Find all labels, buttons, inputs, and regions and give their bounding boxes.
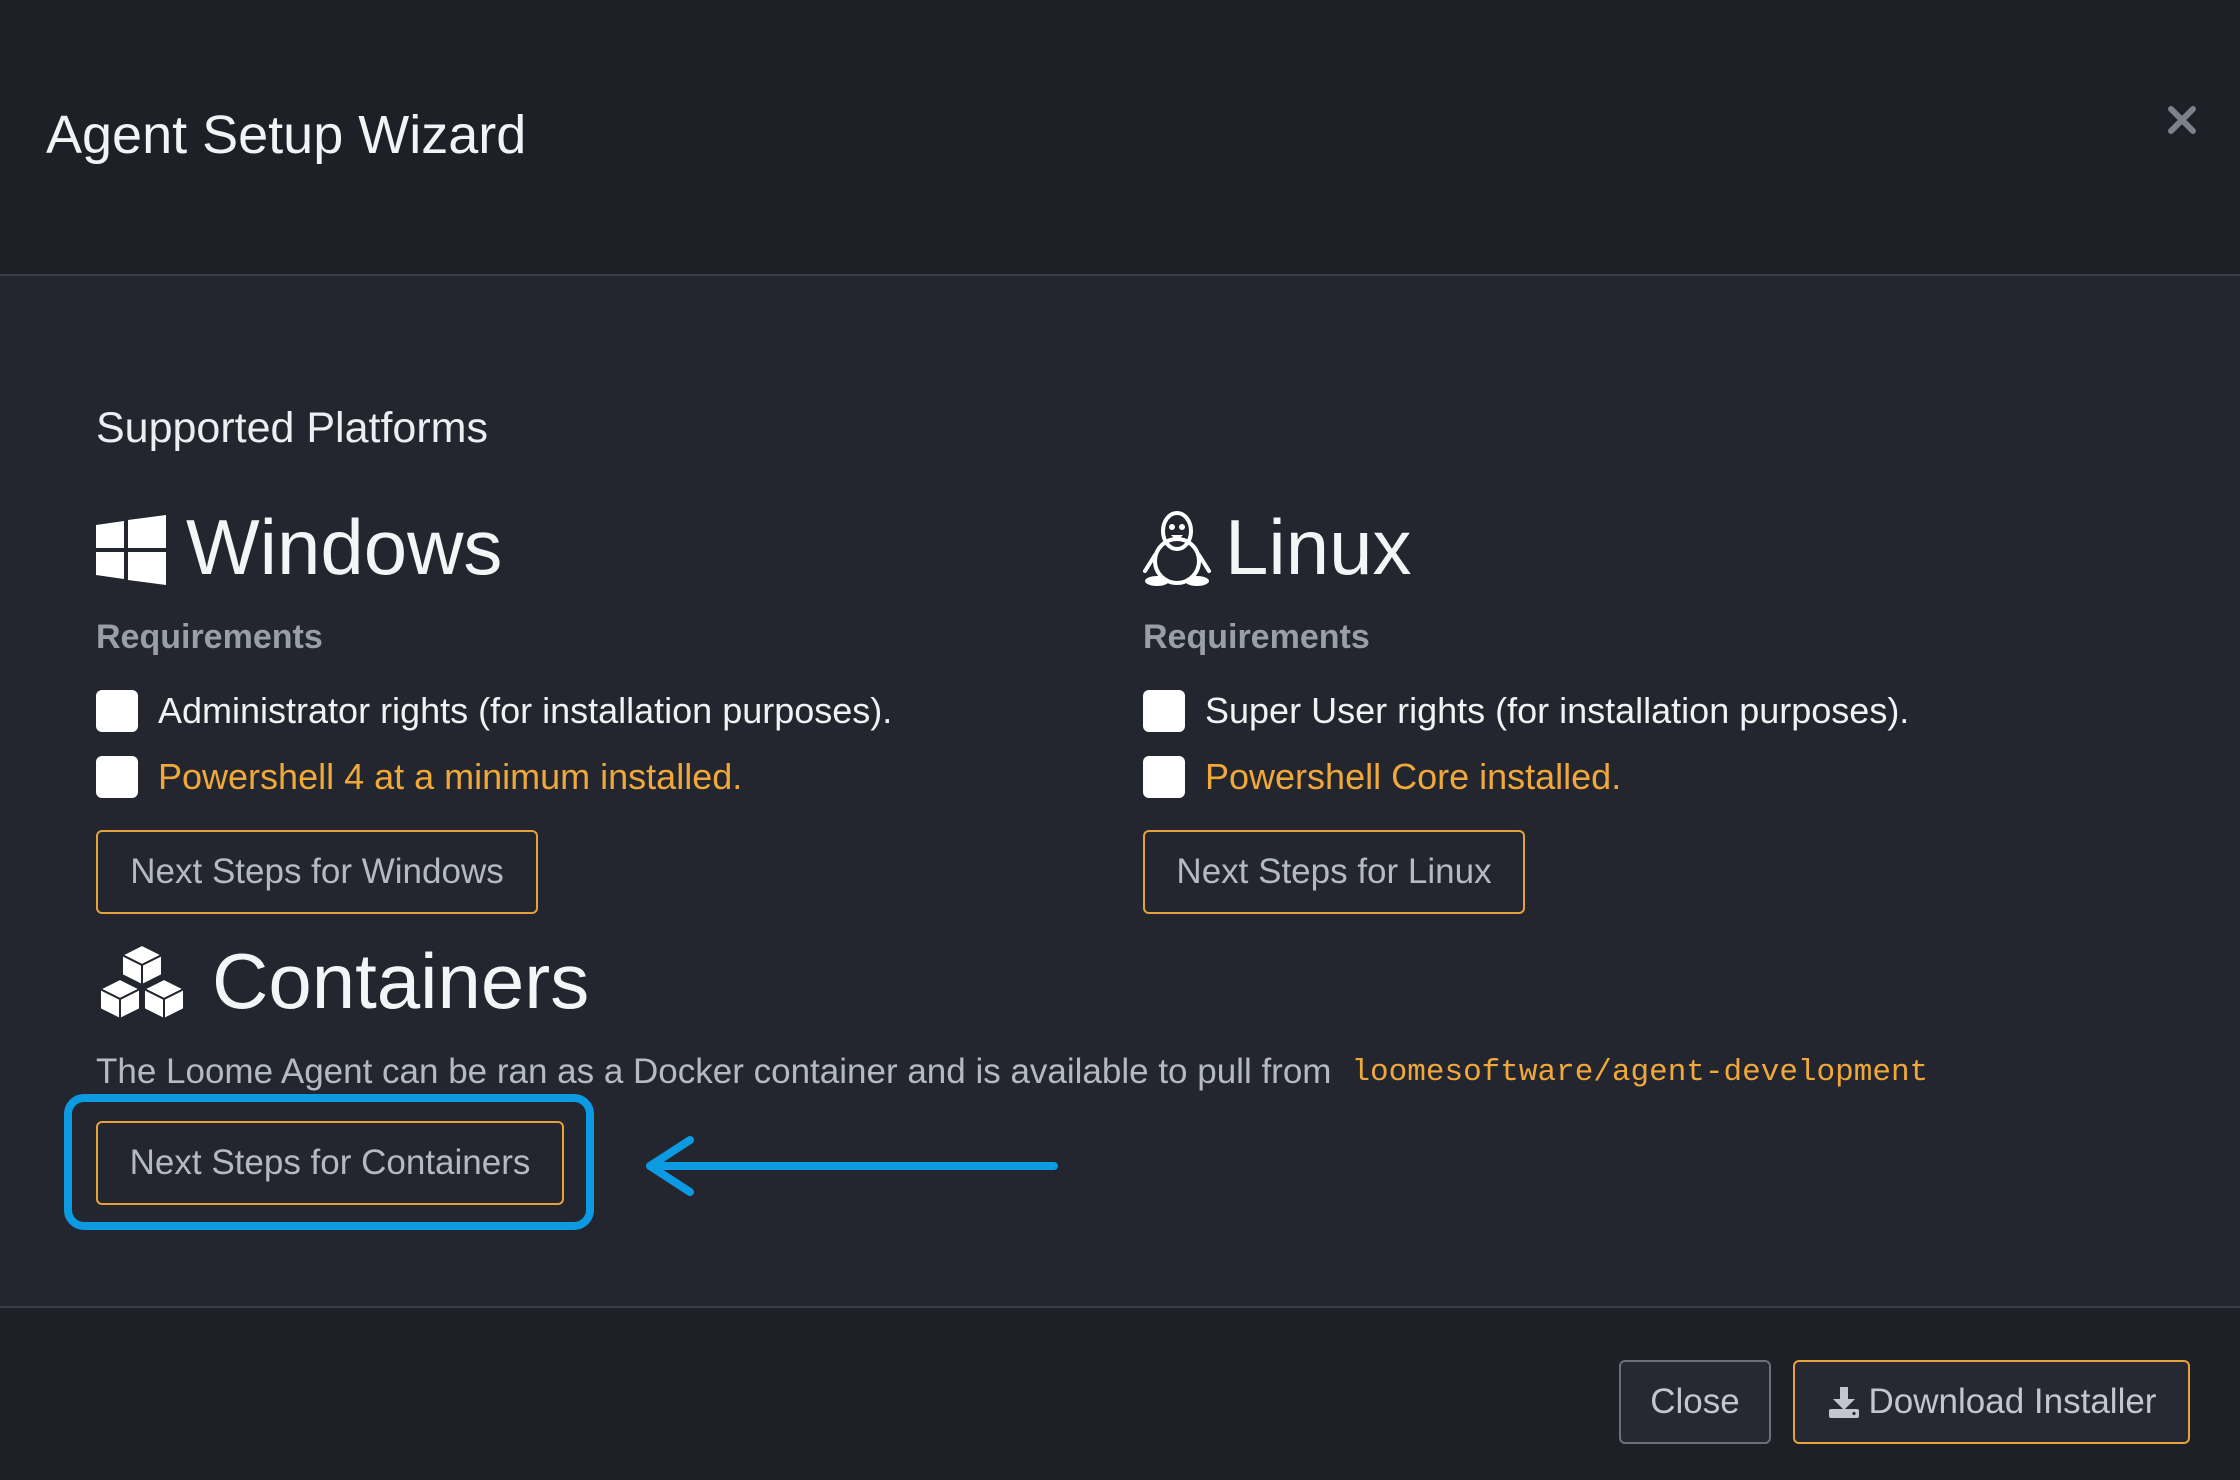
- section-title: Supported Platforms: [96, 404, 488, 452]
- windows-requirement-1-checkbox[interactable]: [96, 690, 138, 732]
- linux-requirement-1: Super User rights (for installation purp…: [1143, 690, 1909, 732]
- linux-requirement-2-label: Powershell Core installed.: [1205, 756, 1622, 797]
- linux-heading: Linux: [1143, 502, 1411, 593]
- modal-header: Agent Setup Wizard: [0, 0, 2240, 276]
- close-button[interactable]: Close: [1619, 1360, 1771, 1444]
- windows-heading: Windows: [96, 502, 502, 593]
- modal-title: Agent Setup Wizard: [46, 105, 527, 165]
- windows-requirement-2-checkbox[interactable]: [96, 756, 138, 798]
- linux-requirements-label: Requirements: [1143, 618, 1370, 656]
- left-arrow-icon: [646, 1136, 1058, 1196]
- linux-requirement-1-label: Super User rights (for installation purp…: [1205, 690, 1910, 731]
- containers-platform: Containers: [96, 936, 1296, 1036]
- linux-requirement-1-checkbox[interactable]: [1143, 690, 1185, 732]
- windows-icon: [96, 513, 166, 585]
- windows-requirement-1: Administrator rights (for installation p…: [96, 690, 892, 732]
- download-icon: [1827, 1385, 1861, 1419]
- linux-requirement-2-checkbox[interactable]: [1143, 756, 1185, 798]
- linux-penguin-icon: [1143, 509, 1211, 587]
- windows-requirement-1-label: Administrator rights (for installation p…: [158, 690, 893, 731]
- containers-repository: loomesoftware/agent-development: [1351, 1054, 1929, 1090]
- highlight-annotation: [64, 1094, 594, 1230]
- cubes-icon: [96, 943, 188, 1021]
- next-steps-linux-button[interactable]: Next Steps for Linux: [1143, 830, 1525, 914]
- next-steps-windows-button[interactable]: Next Steps for Windows: [96, 830, 538, 914]
- close-icon[interactable]: [2160, 98, 2204, 142]
- containers-description: The Loome Agent can be ran as a Docker c…: [96, 1052, 1928, 1092]
- containers-heading: Containers: [96, 936, 589, 1027]
- linux-requirement-2: Powershell Core installed.: [1143, 756, 1621, 798]
- containers-title: Containers: [212, 937, 590, 1025]
- containers-description-text: The Loome Agent can be ran as a Docker c…: [96, 1052, 1332, 1091]
- download-installer-button[interactable]: Download Installer: [1793, 1360, 2190, 1444]
- windows-requirements-label: Requirements: [96, 618, 323, 656]
- modal-footer: Close Download Installer: [0, 1306, 2240, 1480]
- download-installer-label: Download Installer: [1868, 1382, 2157, 1421]
- windows-requirement-2: Powershell 4 at a minimum installed.: [96, 756, 742, 798]
- windows-requirement-2-label: Powershell 4 at a minimum installed.: [158, 756, 743, 797]
- linux-title: Linux: [1225, 503, 1412, 591]
- windows-title: Windows: [186, 503, 503, 591]
